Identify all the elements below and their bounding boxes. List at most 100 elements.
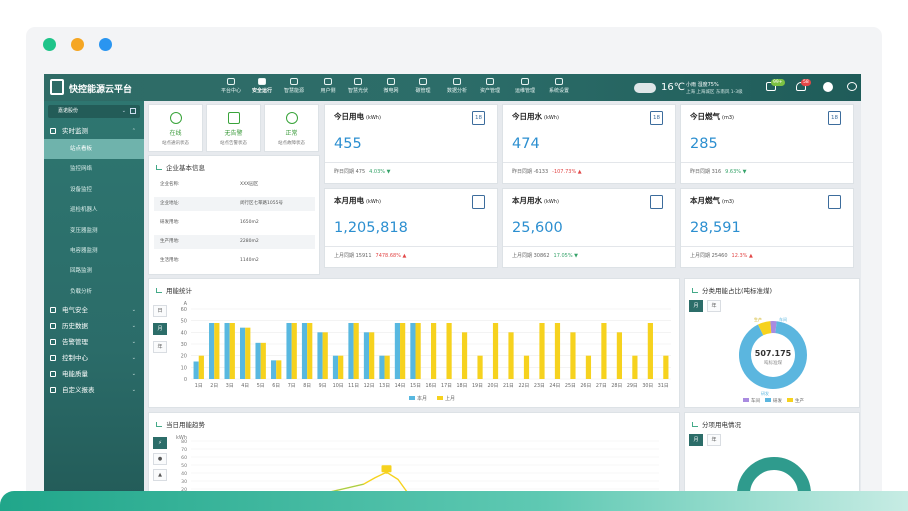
bar-this-month[interactable] (239, 327, 246, 379)
status-card[interactable]: 在线 站点通讯状态 (148, 104, 203, 152)
sidebar-group[interactable]: 电能质量 ⌄ (44, 366, 144, 382)
warning-icon (228, 112, 240, 124)
bar-last-month[interactable] (585, 355, 592, 379)
sidebar-item[interactable]: 设备监控 (44, 180, 144, 200)
bar-last-month[interactable] (663, 355, 669, 379)
tab-year[interactable]: 年 (707, 434, 721, 446)
bar-this-month[interactable] (332, 355, 339, 379)
search-icon (286, 112, 298, 124)
sidebar-item[interactable]: 巡检机器人 (44, 200, 144, 220)
bar-last-month[interactable] (539, 323, 545, 379)
bar-last-month[interactable] (400, 323, 406, 379)
nav-item[interactable]: 智慧能源 (279, 78, 309, 94)
nav-item[interactable]: 系统设置 (544, 78, 574, 94)
arrow-up-icon: ▲ (747, 253, 753, 259)
bar-last-month[interactable] (431, 323, 437, 379)
bar-last-month[interactable] (384, 355, 390, 379)
bar-last-month[interactable] (276, 360, 282, 379)
maximize-window-dot[interactable] (99, 38, 112, 51)
bar-this-month[interactable] (193, 361, 199, 380)
bar-last-month[interactable] (369, 332, 375, 379)
sidebar-group[interactable]: 电气安全 ⌄ (44, 302, 144, 318)
bar-this-month[interactable] (317, 332, 323, 379)
nav-item[interactable]: 碳管理 (408, 78, 438, 94)
bar-last-month[interactable] (554, 323, 561, 379)
tab-day[interactable]: 日 (153, 305, 167, 317)
bar-this-month[interactable] (363, 332, 370, 379)
sidebar-group[interactable]: 历史数据 ⌄ (44, 318, 144, 334)
bar-last-month[interactable] (601, 323, 607, 379)
bar-this-month[interactable] (270, 360, 277, 379)
bar-last-month[interactable] (307, 323, 313, 379)
bar-last-month[interactable] (523, 355, 530, 379)
sidebar-item[interactable]: 回路监测 (44, 261, 144, 281)
sidebar-group[interactable]: 自定义报表 ⌄ (44, 382, 144, 398)
minimize-window-dot[interactable] (71, 38, 84, 51)
bar-this-month[interactable] (286, 323, 292, 379)
bar-this-month[interactable] (379, 355, 385, 379)
bar-last-month[interactable] (245, 327, 251, 379)
bar-last-month[interactable] (446, 323, 452, 379)
tab-month[interactable]: 月 (153, 323, 167, 335)
bar-this-month[interactable] (394, 323, 401, 379)
nav-item[interactable]: 资产管理 (475, 78, 505, 94)
sidebar-group[interactable]: 实时监测 ⌃ (44, 123, 144, 139)
settings-gear-icon[interactable] (847, 82, 857, 91)
bar-this-month[interactable] (301, 323, 308, 379)
water-drop-tab-icon[interactable]: ● (153, 453, 167, 465)
bar-last-month[interactable] (492, 323, 499, 379)
kpi-card: 今日用水 (kWh) 18 474 昨日同期 -6133 -107.73% ▲ (502, 104, 676, 184)
expand-icon[interactable] (130, 108, 136, 114)
bar-last-month[interactable] (461, 332, 468, 379)
tab-month[interactable]: 月 (689, 434, 703, 446)
bar-last-month[interactable] (632, 355, 638, 379)
peak-point[interactable] (384, 470, 389, 474)
user-avatar[interactable] (823, 82, 833, 92)
legend-label: 研发 (773, 397, 782, 404)
bar-last-month[interactable] (570, 332, 576, 379)
bar-last-month[interactable] (477, 355, 483, 379)
bar-this-month[interactable] (224, 323, 230, 379)
nav-item[interactable]: 运维管理 (510, 78, 540, 94)
bar-this-month[interactable] (410, 323, 416, 379)
status-card[interactable]: 无告警 站点告警状态 (206, 104, 261, 152)
bar-last-month[interactable] (415, 323, 421, 379)
nav-item[interactable]: 平台中心 (216, 78, 246, 94)
bar-last-month[interactable] (647, 323, 653, 379)
donut-slice[interactable] (757, 321, 772, 336)
bar-last-month[interactable] (229, 323, 235, 379)
nav-item[interactable]: 微电网 (376, 78, 406, 94)
bar-last-month[interactable] (322, 332, 328, 379)
sidebar-group-label: 实时监测 (62, 127, 88, 135)
sidebar-item[interactable]: 变压器监测 (44, 221, 144, 241)
sidebar-item[interactable]: 监控网络 (44, 159, 144, 179)
nav-item[interactable]: 智慧光伏 (343, 78, 373, 94)
bar-this-month[interactable] (348, 323, 354, 379)
gas-tab-icon[interactable]: ▲ (153, 469, 167, 481)
bar-last-month[interactable] (508, 332, 514, 379)
sidebar-item[interactable]: 负载分析 (44, 282, 144, 302)
close-window-dot[interactable] (43, 38, 56, 51)
nav-item[interactable]: 数据分析 (442, 78, 472, 94)
bar-last-month[interactable] (198, 355, 204, 379)
status-card[interactable]: 正常 站点故障状态 (264, 104, 319, 152)
bar-last-month[interactable] (214, 323, 220, 379)
bar-this-month[interactable] (255, 342, 261, 379)
sidebar-group[interactable]: 告警管理 ⌄ (44, 334, 144, 350)
org-selector[interactable]: 嘉诺股份 ⌄ (48, 105, 140, 118)
sidebar-item[interactable]: 电容器监测 (44, 241, 144, 261)
tab-year[interactable]: 年 (153, 341, 167, 353)
bar-this-month[interactable] (209, 323, 215, 379)
bar-last-month[interactable] (616, 332, 623, 379)
bar-last-month[interactable] (260, 342, 266, 379)
bar-last-month[interactable] (353, 323, 359, 379)
electricity-tab-icon[interactable]: ⚡ (153, 437, 167, 449)
nav-item[interactable]: 用户侧 (313, 78, 343, 94)
nav-item[interactable]: 安全运行 (247, 78, 277, 94)
sidebar-item[interactable]: 站点看板 (44, 139, 144, 159)
company-info-title-text: 企业基本信息 (166, 164, 205, 172)
sidebar-group[interactable]: 控制中心 ⌄ (44, 350, 144, 366)
x-tick-label: 23日 (534, 383, 545, 389)
bar-last-month[interactable] (291, 323, 297, 379)
bar-last-month[interactable] (338, 355, 344, 379)
